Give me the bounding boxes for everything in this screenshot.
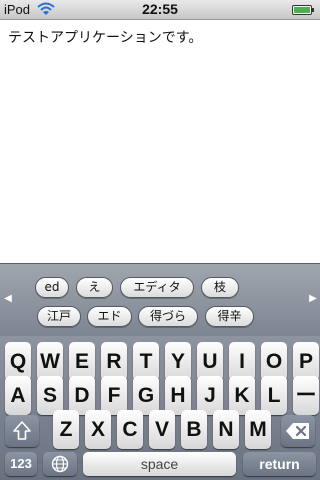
status-bar: iPod 22:55 xyxy=(0,0,320,20)
delete-key[interactable] xyxy=(281,415,315,447)
candidate-chip[interactable]: 江戸 xyxy=(37,306,81,327)
candidate-chip[interactable]: 得づら xyxy=(138,306,198,327)
key-n[interactable]: N xyxy=(213,410,239,449)
key-z[interactable]: Z xyxy=(53,410,79,449)
key-a[interactable]: A xyxy=(5,376,31,415)
keyboard: Q W E R T Y U I O P A S D F G H J K L ー … xyxy=(0,336,320,480)
delete-icon xyxy=(286,423,309,439)
numbers-key[interactable]: 123 xyxy=(5,452,37,476)
candidate-next-icon[interactable]: ▶ xyxy=(308,291,318,307)
candidate-chip[interactable]: エド xyxy=(87,306,132,327)
candidate-chip[interactable]: エディタ xyxy=(120,277,194,298)
candidate-chip[interactable]: 枝 xyxy=(201,277,239,298)
status-time: 22:55 xyxy=(142,1,178,17)
candidate-chip[interactable]: 得辛 xyxy=(205,306,254,327)
shift-icon xyxy=(13,421,31,440)
key-c[interactable]: C xyxy=(117,410,143,449)
candidate-chip[interactable]: ed xyxy=(35,277,69,298)
key-long-vowel[interactable]: ー xyxy=(293,376,319,415)
candidate-prev-icon[interactable]: ◀ xyxy=(3,291,13,307)
key-b[interactable]: B xyxy=(181,410,207,449)
globe-icon xyxy=(51,455,69,473)
key-x[interactable]: X xyxy=(85,410,111,449)
candidate-bar: ◀ ed え エディタ 枝 江戸 エド 得づら 得辛 ▶ xyxy=(0,263,320,336)
space-key[interactable]: space xyxy=(83,452,236,476)
key-v[interactable]: V xyxy=(149,410,175,449)
return-key[interactable]: return xyxy=(243,452,316,476)
shift-key[interactable] xyxy=(5,415,39,447)
candidate-chip[interactable]: え xyxy=(76,277,113,298)
text-view[interactable]: テストアプリケーションです。 xyxy=(0,20,320,263)
battery-icon xyxy=(292,5,314,15)
key-m[interactable]: M xyxy=(245,410,271,449)
body-text: テストアプリケーションです。 xyxy=(8,30,203,46)
globe-key[interactable] xyxy=(43,452,77,476)
